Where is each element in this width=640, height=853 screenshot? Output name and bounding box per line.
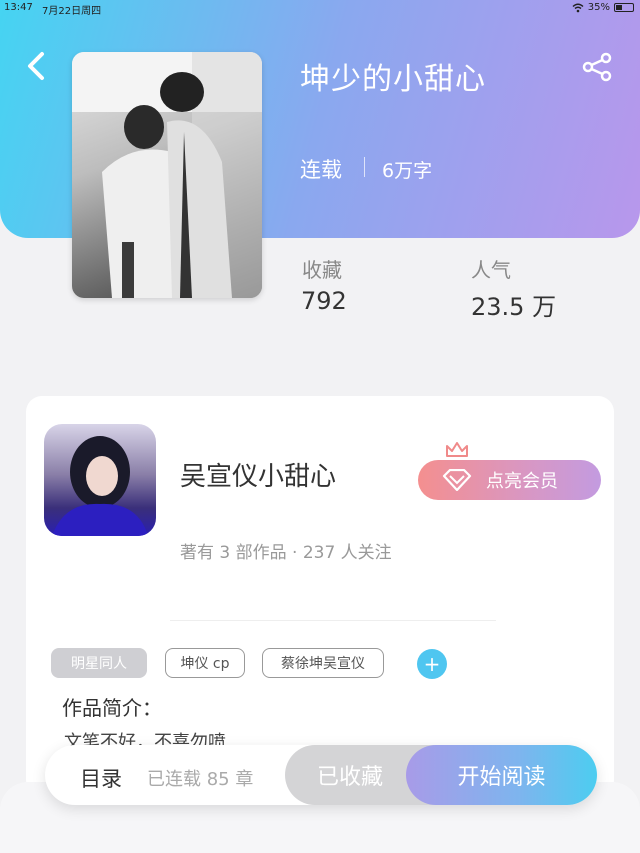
status-time: 13:47 bbox=[4, 2, 33, 13]
share-icon[interactable] bbox=[580, 52, 614, 82]
crown-icon bbox=[446, 442, 468, 457]
plus-icon: + bbox=[423, 652, 441, 676]
vip-button-label: 点亮会员 bbox=[486, 471, 558, 492]
author-name[interactable]: 吴宣仪小甜心 bbox=[180, 456, 336, 493]
stat-value-popularity: 23.5 万 bbox=[471, 293, 557, 321]
intro-label: 作品简介： bbox=[62, 696, 162, 720]
collected-button-label: 已收藏 bbox=[316, 765, 383, 790]
stat-label-popularity: 人气 bbox=[471, 258, 511, 282]
add-tag-button[interactable]: + bbox=[417, 649, 447, 679]
tag-item[interactable]: 明星同人 bbox=[51, 648, 147, 678]
diamond-icon bbox=[442, 469, 472, 491]
back-icon[interactable] bbox=[22, 50, 52, 82]
divider bbox=[170, 620, 496, 621]
toc-button[interactable]: 目录 bbox=[80, 763, 122, 793]
tag-item[interactable]: 蔡徐坤吴宣仪 bbox=[262, 648, 384, 678]
avatar[interactable] bbox=[44, 424, 156, 536]
cover-art bbox=[72, 52, 262, 298]
status-divider bbox=[364, 157, 365, 177]
author-meta: 著有 3 部作品 · 237 人关注 bbox=[180, 543, 392, 563]
battery-fill bbox=[616, 5, 622, 10]
wifi-icon bbox=[572, 3, 584, 12]
tag-item[interactable]: 坤仪 cp bbox=[165, 648, 245, 678]
status-bar: 13:47 7月22日周四 35% bbox=[0, 0, 640, 17]
stat-label-favorites: 收藏 bbox=[302, 258, 342, 282]
chapter-count[interactable]: 已连载 85 章 bbox=[147, 765, 253, 791]
vip-button[interactable]: 点亮会员 bbox=[418, 460, 601, 500]
start-reading-label: 开始阅读 bbox=[457, 765, 546, 790]
start-reading-button[interactable]: 开始阅读 bbox=[406, 745, 597, 805]
book-title: 坤少的小甜心 bbox=[300, 62, 486, 97]
book-status: 连载 bbox=[300, 158, 342, 182]
status-date: 7月22日周四 bbox=[42, 6, 102, 17]
avatar-art bbox=[52, 436, 148, 536]
battery-icon bbox=[614, 3, 634, 12]
status-right: 35% bbox=[572, 2, 634, 13]
book-cover[interactable] bbox=[72, 52, 262, 298]
book-word-count: 6万字 bbox=[382, 160, 433, 182]
battery-percent: 35% bbox=[587, 2, 610, 13]
stat-value-favorites: 792 bbox=[301, 287, 347, 315]
